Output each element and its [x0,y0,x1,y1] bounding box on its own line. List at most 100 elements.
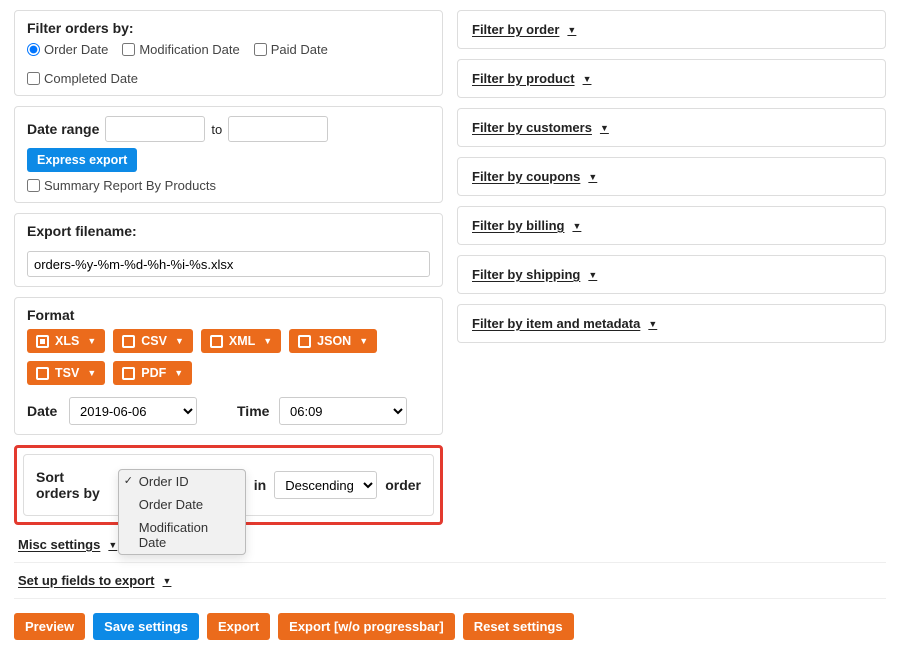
format-pdf-label: PDF [141,366,166,380]
format-tsv-checkbox-icon [36,367,49,380]
format-json-checkbox-icon [298,335,311,348]
format-tsv-label: TSV [55,366,79,380]
filter-by-order-link[interactable]: Filter by order ▼ [472,22,576,37]
date-range-from-input[interactable] [105,116,205,142]
chevron-down-icon: ▼ [87,336,96,346]
chevron-down-icon: ▼ [648,319,657,329]
date-range-to-input[interactable] [228,116,328,142]
radio-order-date[interactable]: Order Date [27,42,108,57]
filter-by-product-link[interactable]: Filter by product ▼ [472,71,591,86]
checkbox-completed-date-input[interactable] [27,72,40,85]
time-select[interactable]: 06:09 [279,397,407,425]
filter-by-item-metadata-accordion[interactable]: Filter by item and metadata ▼ [457,304,886,343]
chevron-down-icon: ▼ [588,270,597,280]
sort-option-modification-date[interactable]: Modification Date [119,516,245,554]
chevron-down-icon: ▼ [175,336,184,346]
filter-by-coupons-accordion[interactable]: Filter by coupons ▼ [457,157,886,196]
radio-order-date-label: Order Date [44,42,108,57]
filter-by-shipping-link[interactable]: Filter by shipping ▼ [472,267,597,282]
setup-fields-section: Set up fields to export ▼ [14,562,886,599]
filter-by-customers-label: Filter by customers [472,120,592,135]
chevron-down-icon: ▼ [359,336,368,346]
setup-fields-toggle[interactable]: Set up fields to export ▼ [18,573,171,588]
filter-by-product-accordion[interactable]: Filter by product ▼ [457,59,886,98]
format-xml-label: XML [229,334,255,348]
summary-report-checkbox[interactable] [27,179,40,192]
filter-by-coupons-link[interactable]: Filter by coupons ▼ [472,169,597,184]
reset-settings-button[interactable]: Reset settings [463,613,574,640]
sort-highlight-box: Sort orders by Order ID Order Date Modif… [14,445,443,525]
format-tsv-button[interactable]: TSV ▼ [27,361,105,385]
summary-report-label: Summary Report By Products [44,178,216,193]
sort-direction-select[interactable]: Descending [274,471,377,499]
filter-by-item-metadata-link[interactable]: Filter by item and metadata ▼ [472,316,657,331]
chevron-down-icon: ▼ [87,368,96,378]
chevron-down-icon: ▼ [583,74,592,84]
action-buttons-row: Preview Save settings Export Export [w/o… [14,613,886,640]
sort-order-label: order [385,477,421,493]
filter-by-product-label: Filter by product [472,71,575,86]
left-column: Filter orders by: Order Date Modificatio… [14,10,443,560]
format-csv-button[interactable]: CSV ▼ [113,329,193,353]
sort-field-dropdown-menu: Order ID Order Date Modification Date [118,469,246,555]
sort-orders-panel: Sort orders by Order ID Order Date Modif… [23,454,434,516]
format-xls-label: XLS [55,334,79,348]
export-button[interactable]: Export [207,613,270,640]
sort-in-label: in [254,477,266,493]
express-export-button[interactable]: Express export [27,148,137,172]
format-xml-checkbox-icon [210,335,223,348]
format-pdf-button[interactable]: PDF ▼ [113,361,192,385]
filter-orders-panel: Filter orders by: Order Date Modificatio… [14,10,443,96]
export-filename-panel: Export filename: [14,213,443,287]
radio-order-date-input[interactable] [27,43,40,56]
filter-by-billing-label: Filter by billing [472,218,564,233]
format-json-label: JSON [317,334,351,348]
radio-completed-date[interactable]: Completed Date [27,71,138,86]
sort-option-order-id[interactable]: Order ID [119,470,245,493]
format-title: Format [27,307,430,323]
radio-completed-date-label: Completed Date [44,71,138,86]
checkbox-modification-date-input[interactable] [122,43,135,56]
summary-report-row[interactable]: Summary Report By Products [27,178,430,193]
filter-by-order-accordion[interactable]: Filter by order ▼ [457,10,886,49]
chevron-down-icon: ▼ [572,221,581,231]
misc-settings-toggle[interactable]: Misc settings ▼ [18,537,117,552]
radio-paid-date[interactable]: Paid Date [254,42,328,57]
checkbox-paid-date-input[interactable] [254,43,267,56]
format-csv-label: CSV [141,334,167,348]
date-time-row: Date 2019-06-06 Time 06:09 [27,397,430,425]
sort-field-dropdown[interactable]: Order ID Order Date Modification Date [118,471,246,499]
date-range-row: Date range to Express export [27,116,430,172]
date-label: Date [27,403,61,419]
time-label: Time [237,403,271,419]
format-xls-button[interactable]: XLS ▼ [27,329,105,353]
right-column: Filter by order ▼ Filter by product ▼ Fi… [457,10,886,560]
filter-by-billing-accordion[interactable]: Filter by billing ▼ [457,206,886,245]
preview-button[interactable]: Preview [14,613,85,640]
chevron-down-icon: ▼ [263,336,272,346]
format-xls-checkbox-icon [36,335,49,348]
filter-by-billing-link[interactable]: Filter by billing ▼ [472,218,581,233]
chevron-down-icon: ▼ [600,123,609,133]
date-select[interactable]: 2019-06-06 [69,397,197,425]
export-no-progressbar-button[interactable]: Export [w/o progressbar] [278,613,455,640]
format-pdf-checkbox-icon [122,367,135,380]
radio-modification-date-label: Modification Date [139,42,239,57]
filter-by-customers-link[interactable]: Filter by customers ▼ [472,120,609,135]
filter-by-shipping-label: Filter by shipping [472,267,580,282]
sort-option-order-date[interactable]: Order Date [119,493,245,516]
date-range-panel: Date range to Express export Summary Rep… [14,106,443,203]
export-filename-title: Export filename: [27,223,430,239]
filter-by-shipping-accordion[interactable]: Filter by shipping ▼ [457,255,886,294]
format-buttons-row: XLS ▼ CSV ▼ XML ▼ JSON ▼ [27,329,430,385]
save-settings-button[interactable]: Save settings [93,613,199,640]
format-xml-button[interactable]: XML ▼ [201,329,281,353]
export-filename-input[interactable] [27,251,430,277]
date-range-label: Date range [27,121,99,137]
chevron-down-icon: ▼ [108,540,117,550]
filter-by-customers-accordion[interactable]: Filter by customers ▼ [457,108,886,147]
radio-modification-date[interactable]: Modification Date [122,42,239,57]
filter-orders-options: Order Date Modification Date Paid Date C… [27,42,430,86]
chevron-down-icon: ▼ [588,172,597,182]
format-json-button[interactable]: JSON ▼ [289,329,377,353]
